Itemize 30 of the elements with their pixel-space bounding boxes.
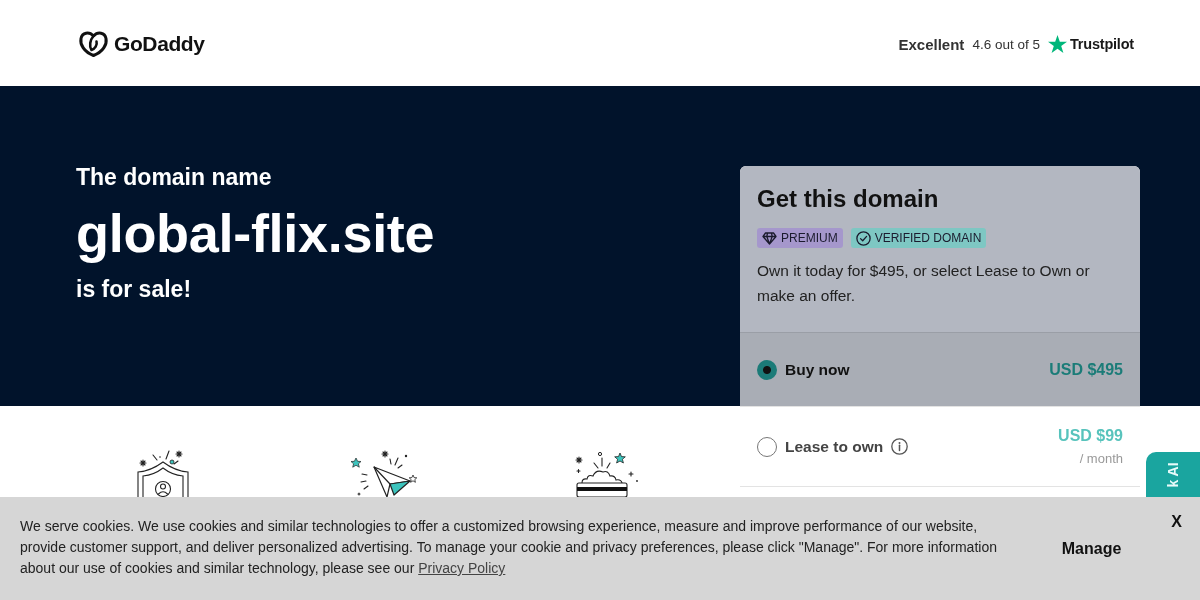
card-title: Get this domain	[757, 184, 940, 214]
option-label: Lease to own	[785, 437, 884, 456]
heart-logo-icon	[78, 29, 109, 58]
hero-outro: is for sale!	[76, 275, 193, 304]
check-circle-icon	[855, 230, 871, 246]
premium-label: PREMIUM	[781, 231, 838, 245]
info-icon[interactable]	[891, 438, 909, 455]
brand-name: Trustpilot	[1069, 36, 1134, 52]
option-price: USD $495	[1049, 359, 1123, 380]
price-period: / month	[1079, 450, 1123, 468]
rating-score: 4.6 out of 5	[972, 36, 1040, 52]
manage-button[interactable]: Manage	[1061, 535, 1122, 562]
box-icon	[574, 450, 640, 497]
diamond-icon	[762, 231, 777, 245]
radio-button[interactable]	[757, 436, 777, 457]
paper-plane-icon	[350, 450, 420, 497]
option-price: USD $99	[1058, 426, 1123, 446]
domain-name: global-flix.site	[76, 202, 435, 264]
verified-label: VERIFIED DOMAIN	[874, 231, 982, 245]
hero-intro: The domain name	[76, 163, 273, 192]
rating-label: Excellent	[898, 35, 965, 53]
option-label: Buy now	[785, 360, 850, 379]
close-button[interactable]: X	[1169, 513, 1184, 531]
star-icon	[1047, 35, 1067, 53]
cookie-notice-text: We serve cookies. We use cookies and similar technologies to offer a customized browsing experience, measure and improve performance of our website, provide customer support, and deliver personalized advertising. To manage your cookie and privacy preferences, please click "Manage". For more information about our use of cookies and similar technology, please see our Privacy Policy	[20, 517, 998, 578]
logo-link[interactable]: GoDaddy	[78, 28, 205, 58]
privacy-policy-link[interactable]: Privacy Policy	[418, 560, 506, 576]
card-description: Own it today for $495, or select Lease to Own or make an offer.	[757, 261, 1091, 306]
purchase-option[interactable]: Buy now USD $495	[740, 332, 1140, 406]
radio-button[interactable]	[757, 359, 777, 380]
